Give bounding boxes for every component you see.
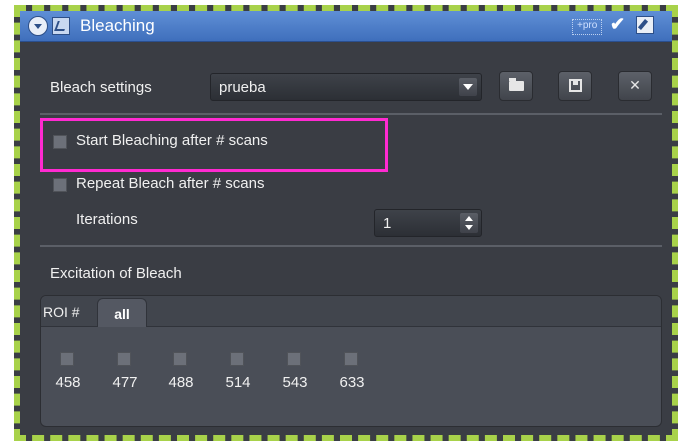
wavelength-label: 458 (55, 374, 81, 391)
edit-icon[interactable] (636, 16, 654, 34)
save-settings-button[interactable] (558, 71, 592, 101)
title-bar: Bleaching +pro ✔ (20, 11, 672, 42)
save-disk-icon (569, 79, 582, 92)
arrow-up-icon[interactable] (465, 216, 473, 221)
divider (40, 245, 662, 247)
wavelength-checkbox[interactable] (344, 352, 358, 366)
wavelength-label: 514 (225, 374, 251, 391)
excitation-heading: Excitation of Bleach (50, 265, 182, 282)
wavelength-checkbox[interactable] (173, 352, 187, 366)
bleach-settings-value: prueba (219, 79, 266, 96)
tab-all-label: all (114, 306, 130, 322)
start-bleaching-checkbox[interactable] (53, 135, 67, 149)
window-icon (52, 17, 70, 35)
collapse-circle-icon[interactable] (28, 16, 48, 36)
repeat-bleach-checkbox[interactable] (53, 178, 67, 192)
wavelength-label: 477 (112, 374, 138, 391)
repeat-bleach-label: Repeat Bleach after # scans (76, 175, 265, 192)
close-icon: ✕ (629, 77, 641, 93)
roi-number-label: ROI # (43, 304, 80, 320)
bleach-settings-label: Bleach settings (50, 79, 152, 96)
bleach-settings-dropdown[interactable]: prueba (210, 73, 482, 101)
iterations-stepper[interactable]: 1 (374, 209, 482, 237)
tab-all[interactable]: all (97, 298, 147, 327)
folder-open-icon (509, 78, 524, 91)
wavelength-checkbox[interactable] (287, 352, 301, 366)
wavelength-checkbox[interactable] (60, 352, 74, 366)
check-icon[interactable]: ✔ (610, 14, 625, 35)
start-bleaching-label: Start Bleaching after # scans (76, 132, 268, 149)
stepper-buttons[interactable] (460, 213, 478, 233)
pro-badge[interactable]: +pro (572, 19, 603, 35)
wavelength-label: 633 (339, 374, 365, 391)
roi-panel: ROI # all 458 477 488 514 543 633 (40, 295, 662, 427)
wavelength-checkbox[interactable] (117, 352, 131, 366)
wavelength-checkbox[interactable] (230, 352, 244, 366)
delete-settings-button[interactable]: ✕ (618, 71, 652, 101)
wavelength-label: 488 (168, 374, 194, 391)
iterations-value: 1 (383, 215, 392, 232)
bleaching-panel: Bleaching +pro ✔ Bleach settings prueba … (14, 5, 678, 441)
wavelength-label: 543 (282, 374, 308, 391)
roi-tab-bar: ROI # all (41, 296, 661, 327)
divider (40, 113, 662, 115)
open-settings-button[interactable] (499, 71, 533, 101)
panel-title: Bleaching (80, 16, 155, 35)
iterations-label: Iterations (76, 211, 138, 228)
chevron-down-icon[interactable] (459, 78, 477, 96)
arrow-down-icon[interactable] (465, 225, 473, 230)
